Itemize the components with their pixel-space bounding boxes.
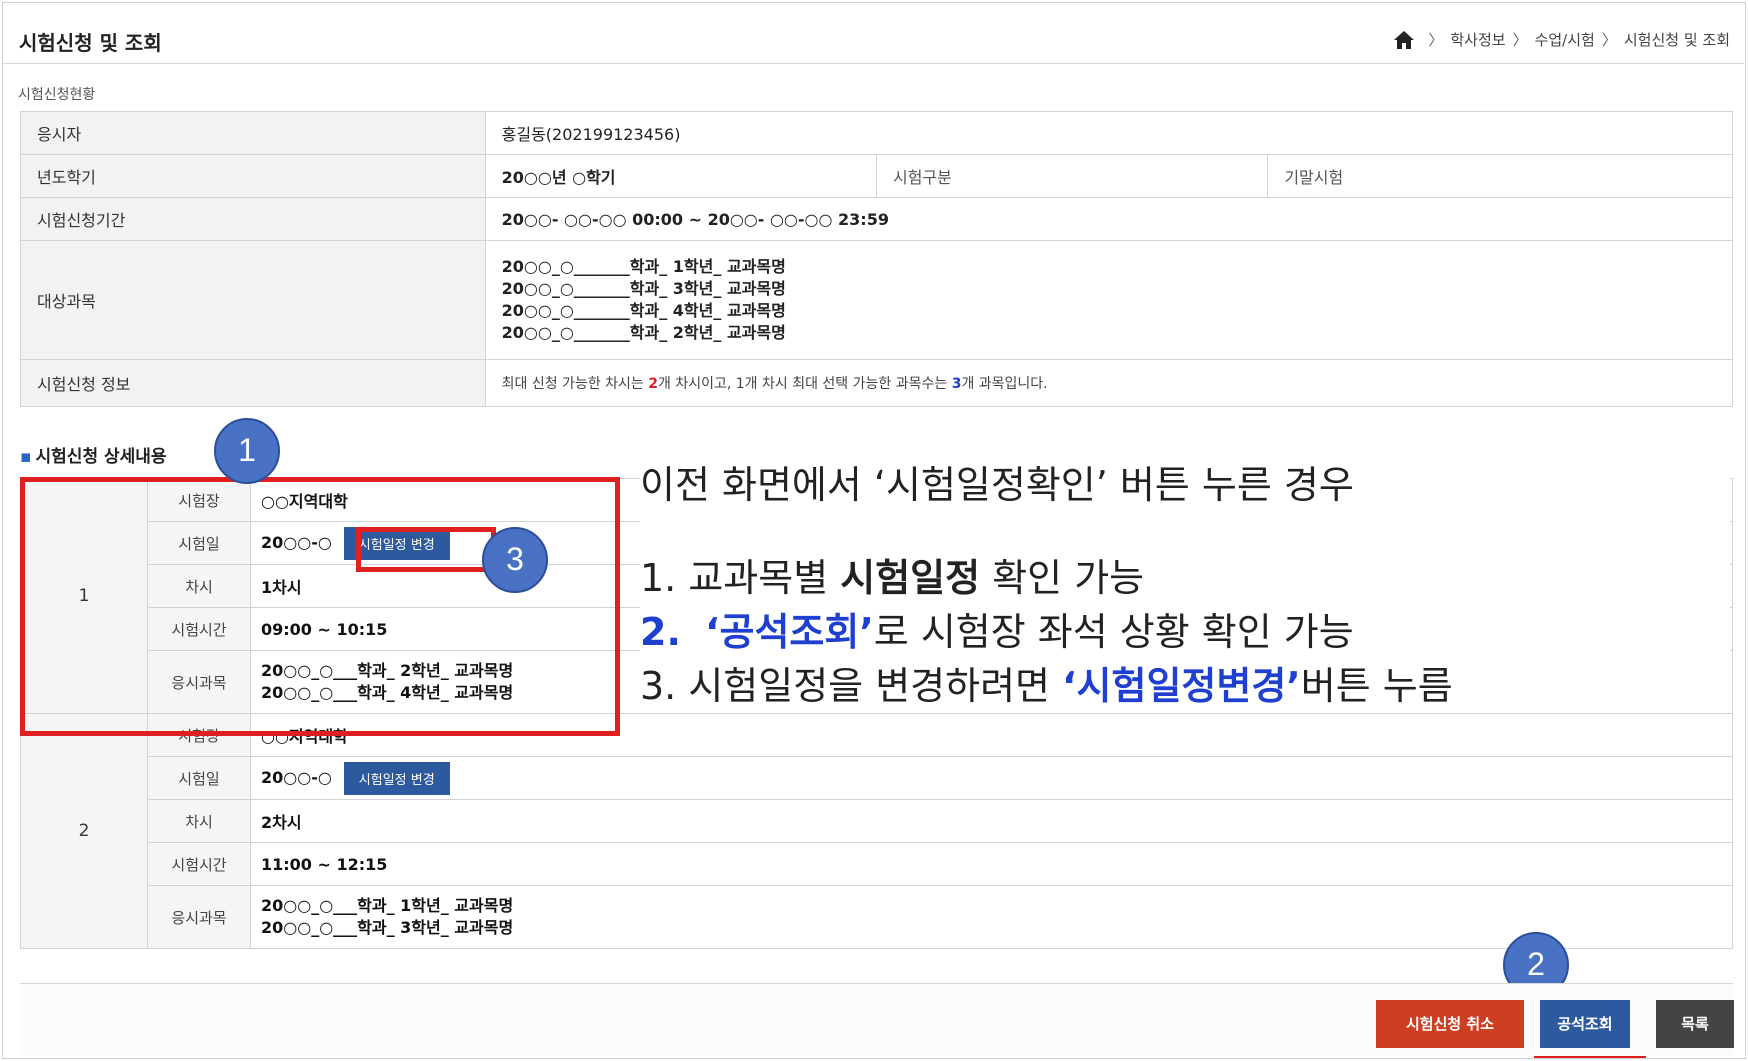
callout-line-2: 2. ‘공석조회’로 시험장 좌석 상황 확인 가능: [640, 605, 1730, 659]
subject-item: 20○○_○_______학과_ 3학년_ 교과목명: [501, 279, 786, 298]
detail-title-text: 시험신청 상세내용: [35, 447, 167, 467]
subject-item: 20○○_○_______학과_ 1학년_ 교과목명: [501, 257, 786, 276]
subject-item: 20○○_○_______학과_ 2학년_ 교과목명: [501, 323, 786, 342]
breadcrumb: 〉 학사정보 〉 수업/시험 〉 시험신청 및 조회: [1393, 29, 1730, 50]
session-label: 차시: [147, 799, 251, 843]
home-icon[interactable]: [1393, 30, 1415, 50]
page-title: 시험신청 및 조회: [19, 31, 162, 55]
subject-item: 20○○_○_______학과_ 4학년_ 교과목명: [501, 301, 786, 320]
max-subjects-count: 3: [951, 376, 962, 392]
breadcrumb-item-current: 시험신청 및 조회: [1623, 31, 1730, 49]
date-label: 시험일: [147, 756, 251, 800]
page-header: 시험신청 및 조회 〉 학사정보 〉 수업/시험 〉 시험신청 및 조회: [3, 3, 1744, 64]
badge-1: 1: [214, 418, 280, 484]
date-cell: 20○○-○ 시험일정 변경: [250, 756, 1733, 800]
badge-3: 3: [482, 527, 548, 593]
time-label: 시험시간: [147, 842, 251, 886]
info-text: 개 과목입니다.: [961, 376, 1048, 392]
annotation-callout: 이전 화면에서 ‘시험일정확인’ 버튼 누른 경우 1. 교과목별 시험일정 확…: [640, 454, 1730, 708]
callout-text: 1. 교과목별: [640, 556, 841, 600]
info-value: 최대 신청 가능한 차시는 2개 차시이고, 1개 차시 최대 선택 가능한 과…: [484, 359, 1734, 407]
detail-row: 응시과목 20○○_○___학과_ 1학년_ 교과목명 20○○_○___학과_…: [21, 885, 1733, 949]
breadcrumb-separator: 〉: [1428, 31, 1444, 49]
detail-section-title: ▪ 시험신청 상세내용: [20, 442, 167, 467]
bullet-icon: ▪: [20, 447, 32, 467]
applicant-label: 응시자: [20, 111, 486, 155]
breadcrumb-separator: 〉: [1512, 31, 1528, 49]
callout-highlight: ‘공석조회’: [705, 610, 874, 654]
breadcrumb-separator: 〉: [1601, 31, 1617, 49]
callout-number: 2.: [640, 610, 681, 654]
callout-text: 버튼 누름: [1300, 664, 1453, 708]
highlight-box-change-button: [356, 527, 496, 572]
vacant-seat-button[interactable]: 공석조회: [1540, 1000, 1630, 1048]
row-number: 2: [20, 713, 148, 949]
info-label: 시험신청 정보: [20, 359, 486, 407]
callout-line-3: 3. 시험일정을 변경하려면 ‘시험일정변경’버튼 누름: [640, 659, 1730, 713]
breadcrumb-item-class-exam[interactable]: 수업/시험: [1535, 29, 1595, 50]
subject-item: 20○○_○___학과_ 3학년_ 교과목명: [261, 918, 514, 937]
subject-item: 20○○_○___학과_ 1학년_ 교과목명: [261, 896, 514, 915]
term-label: 년도학기: [20, 154, 486, 198]
period-row: 시험신청기간 20○○- ○○-○○ 00:00 ~ 20○○- ○○-○○ 2…: [20, 197, 1734, 241]
applicant-row: 응시자 홍길동(202199123456): [20, 111, 1734, 155]
period-value: 20○○- ○○-○○ 00:00 ~ 20○○- ○○-○○ 23:59: [484, 197, 1734, 241]
term-row: 년도학기 20○○년 ○학기 시험구분 기말시험: [20, 154, 1733, 198]
change-schedule-button[interactable]: 시험일정 변경: [343, 761, 450, 795]
time-value: 11:00 ~ 12:15: [250, 842, 1733, 886]
subjects-cell: 20○○_○___학과_ 1학년_ 교과목명 20○○_○___학과_ 3학년_…: [250, 885, 1733, 949]
callout-text: 확인 가능: [980, 556, 1145, 600]
list-button[interactable]: 목록: [1656, 1000, 1734, 1048]
highlight-box-detail: [20, 477, 620, 736]
applicant-value: 홍길동(202199123456): [484, 111, 1734, 155]
cancel-application-button[interactable]: 시험신청 취소: [1376, 1000, 1524, 1048]
detail-row: 시험일 20○○-○ 시험일정 변경: [21, 756, 1733, 800]
detail-row: 차시 2차시: [21, 799, 1733, 843]
info-text: 최대 신청 가능한 차시는: [501, 376, 649, 392]
session-value: 2차시: [250, 799, 1733, 843]
period-label: 시험신청기간: [20, 197, 486, 241]
date-value: 20○○-○: [261, 767, 332, 787]
callout-title: 이전 화면에서 ‘시험일정확인’ 버튼 누른 경우: [640, 463, 1354, 507]
breadcrumb-item-academic[interactable]: 학사정보: [1450, 29, 1505, 50]
callout-line-1: 1. 교과목별 시험일정 확인 가능: [640, 551, 1730, 605]
term-value: 20○○년 ○학기: [484, 154, 877, 198]
subjects-label: 대상과목: [20, 240, 486, 360]
exam-type-value: 기말시험: [1267, 154, 1733, 198]
info-text: 개 차시이고, 1개 차시 최대 선택 가능한 과목수는: [658, 376, 952, 392]
callout-text: 3. 시험일정을 변경하려면: [640, 664, 1063, 708]
callout-emphasis: 시험일정: [840, 556, 981, 600]
callout-text: 로 시험장 좌석 상황 확인 가능: [873, 610, 1354, 654]
exam-status-table: 응시자 홍길동(202199123456) 년도학기 20○○년 ○학기 시험구…: [20, 111, 1734, 407]
detail-row: 시험시간 11:00 ~ 12:15: [21, 842, 1733, 886]
max-sessions-count: 2: [648, 376, 658, 392]
subjects-label: 응시과목: [147, 885, 251, 949]
info-row: 시험신청 정보 최대 신청 가능한 차시는 2개 차시이고, 1개 차시 최대 …: [20, 359, 1734, 407]
exam-type-label: 시험구분: [875, 154, 1269, 198]
subjects-value: 20○○_○_______학과_ 1학년_ 교과목명 20○○_○_______…: [484, 240, 1734, 360]
subjects-row: 대상과목 20○○_○_______학과_ 1학년_ 교과목명 20○○_○__…: [20, 240, 1734, 360]
callout-highlight: ‘시험일정변경’: [1062, 664, 1301, 708]
status-section-label: 시험신청현황: [18, 87, 96, 103]
